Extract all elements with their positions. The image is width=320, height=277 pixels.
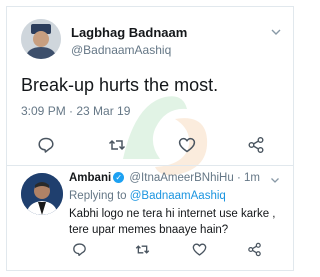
- reply-author-name[interactable]: Ambani: [69, 172, 111, 184]
- tweet-timestamp[interactable]: 3:09 PM · 23 Mar 19: [21, 104, 130, 118]
- reply-like-icon[interactable]: [192, 242, 207, 257]
- reply-header: Ambani ✓ @ItnaAmeerBNhiHu · 1m: [69, 172, 260, 184]
- author-name[interactable]: Lagbhag Badnaam: [71, 25, 187, 40]
- avatar[interactable]: [21, 19, 61, 59]
- reply-text: Kabhi logo ne tera hi internet use karke…: [69, 208, 276, 236]
- reply-avatar-image: [21, 173, 63, 215]
- tweet-actions: [7, 136, 293, 156]
- reply-separator: ·: [236, 172, 241, 184]
- author-handle[interactable]: @BadnaamAashiq: [71, 43, 171, 57]
- reply-author-handle[interactable]: @ItnaAmeerBNhiHu: [129, 172, 233, 184]
- verified-icon: ✓: [113, 172, 125, 183]
- like-icon[interactable]: [178, 136, 196, 154]
- retweet-icon[interactable]: [108, 136, 126, 154]
- reply-share-icon[interactable]: [247, 242, 262, 257]
- reply-actions: [7, 242, 293, 262]
- replying-to-mention[interactable]: @BadnaamAashiq: [130, 190, 226, 202]
- tweet-header: Lagbhag Badnaam @BadnaamAashiq: [7, 7, 293, 67]
- chevron-down-icon[interactable]: [269, 25, 283, 39]
- tweet-text: Break-up hurts the most.: [21, 75, 219, 95]
- reply-chevron-down-icon[interactable]: [269, 174, 281, 186]
- reply-avatar[interactable]: [21, 173, 63, 215]
- reply-retweet-icon[interactable]: [135, 242, 150, 257]
- reply-timestamp[interactable]: 1m: [244, 172, 260, 184]
- divider: [7, 165, 293, 166]
- replying-to: Replying to @BadnaamAashiq: [69, 190, 226, 202]
- replying-to-prefix: Replying to: [69, 190, 130, 202]
- reply-icon[interactable]: [37, 136, 55, 154]
- reply-reply-icon[interactable]: [72, 242, 87, 257]
- share-icon[interactable]: [247, 136, 265, 154]
- avatar-image: [21, 19, 61, 59]
- tweet-card: Lagbhag Badnaam @BadnaamAashiq Break-up …: [6, 6, 294, 271]
